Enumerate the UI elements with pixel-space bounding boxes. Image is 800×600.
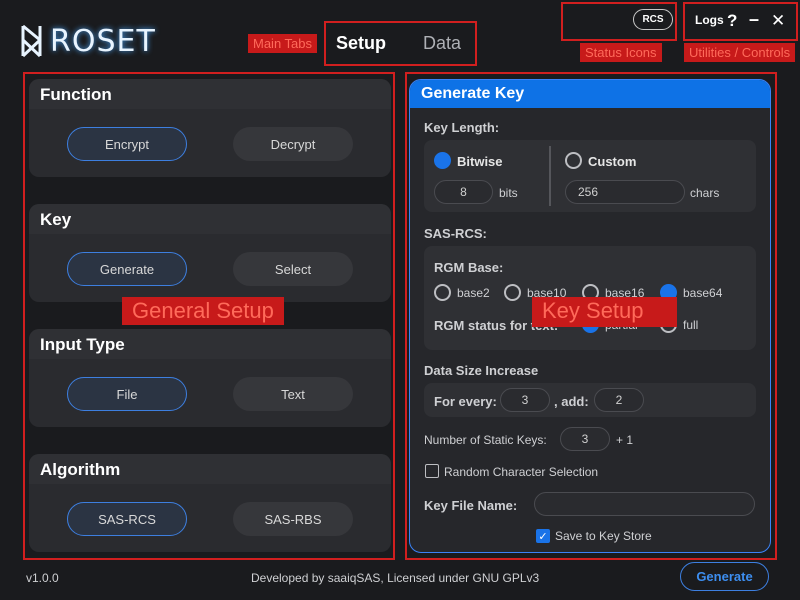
generate-key-title: Generate Key (410, 80, 770, 108)
data-size-label: Data Size Increase (424, 363, 539, 378)
sas-rcs-label: SAS-RCS: (424, 226, 487, 241)
help-icon[interactable]: ? (727, 11, 737, 31)
save-store-checkbox[interactable]: ✓ (536, 529, 550, 543)
custom-label: Custom (588, 154, 637, 169)
decrypt-button[interactable]: Decrypt (233, 127, 353, 161)
text-input-option[interactable]: Text (233, 377, 353, 411)
key-title: Key (29, 204, 391, 234)
rgm-base-label: RGM Base: (434, 260, 504, 275)
version-label: v1.0.0 (26, 571, 59, 585)
logo-text: ROSET (50, 23, 156, 59)
sas-rcs-option[interactable]: SAS-RCS (67, 502, 187, 536)
generate-key-option[interactable]: Generate (67, 252, 187, 286)
file-input-option[interactable]: File (67, 377, 187, 411)
chars-unit: chars (690, 186, 720, 200)
for-every-field[interactable]: 3 (500, 388, 550, 412)
custom-value-field[interactable]: 256 (565, 180, 685, 204)
encrypt-button[interactable]: Encrypt (67, 127, 187, 161)
bitwise-value-field[interactable]: 8 (434, 180, 493, 204)
bitwise-radio[interactable] (434, 152, 451, 169)
bitwise-label: Bitwise (457, 154, 503, 169)
annotation-general-setup: General Setup (122, 297, 284, 325)
key-length-label: Key Length: (424, 120, 500, 135)
app-logo: ROSET (20, 20, 156, 62)
generate-button[interactable]: Generate (680, 562, 769, 591)
rcs-status-badge: RCS (633, 9, 673, 30)
static-keys-suffix: + 1 (616, 433, 634, 447)
static-keys-label: Number of Static Keys: (424, 433, 547, 447)
random-char-checkbox[interactable] (425, 464, 439, 478)
annotation-status-icons: Status Icons (580, 43, 662, 62)
key-length-divider (549, 146, 551, 206)
save-store-label: Save to Key Store (555, 529, 652, 543)
logs-button[interactable]: Logs (695, 13, 724, 27)
base2-radio[interactable] (434, 284, 451, 301)
function-title: Function (29, 79, 391, 109)
bits-unit: bits (499, 186, 518, 200)
key-file-name-field[interactable] (534, 492, 755, 516)
annotation-main-tabs: Main Tabs (248, 34, 318, 53)
annotation-utilities: Utilities / Controls (684, 43, 796, 62)
base64-label: base64 (683, 286, 723, 300)
tab-setup[interactable]: Setup (336, 33, 386, 54)
add-label: , add: (554, 394, 589, 409)
static-keys-field[interactable]: 3 (560, 427, 610, 451)
credits-label: Developed by saaiqSAS, Licensed under GN… (251, 571, 540, 585)
algorithm-title: Algorithm (29, 454, 391, 484)
logo-icon (21, 24, 42, 58)
add-field[interactable]: 2 (594, 388, 644, 412)
close-icon[interactable]: ✕ (771, 11, 785, 31)
tab-data[interactable]: Data (423, 33, 461, 54)
key-file-name-label: Key File Name: (424, 498, 518, 513)
base10-radio[interactable] (504, 284, 521, 301)
for-every-label: For every: (434, 394, 497, 409)
random-char-label: Random Character Selection (444, 465, 599, 479)
custom-radio[interactable] (565, 152, 582, 169)
annotation-key-setup: Key Setup (532, 297, 677, 327)
sas-rbs-option[interactable]: SAS-RBS (233, 502, 353, 536)
minimize-icon[interactable]: – (749, 9, 759, 30)
input-type-title: Input Type (29, 329, 391, 359)
base2-label: base2 (457, 286, 490, 300)
full-label: full (683, 318, 699, 332)
select-key-option[interactable]: Select (233, 252, 353, 286)
